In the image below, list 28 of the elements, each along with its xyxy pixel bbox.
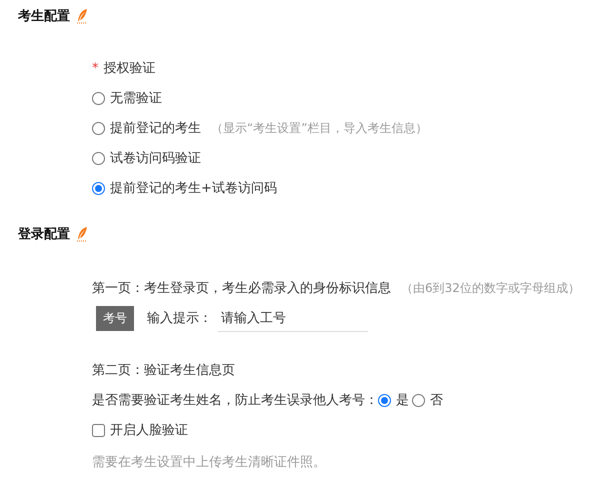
option-label: 提前登记的考生+试卷访问码 — [110, 180, 277, 197]
question-label: 是否需要验证考生姓名，防止考生误录他人考号： — [92, 392, 378, 409]
checkbox-label: 开启人脸验证 — [110, 422, 188, 439]
hint-text: 需要在考生设置中上传考生清晰证件照。 — [92, 454, 327, 472]
page-description: 第二页：验证考生信息页 — [92, 362, 236, 380]
checkbox[interactable] — [92, 424, 105, 436]
field-tag: 考号 — [96, 306, 134, 330]
required-mark: * — [92, 60, 98, 76]
page-description: 第一页：考生登录页，考生必需录入的身份标识信息 — [92, 280, 391, 297]
feather-icon — [76, 226, 88, 242]
section-title: 考生配置 — [18, 8, 70, 25]
radio-button[interactable] — [412, 394, 425, 406]
section-title: 登录配置 — [18, 226, 70, 243]
option-label: 无需验证 — [110, 90, 162, 107]
feather-icon — [76, 8, 88, 24]
field-label: 授权验证 — [104, 60, 156, 77]
radio-button[interactable] — [92, 122, 105, 134]
radio-button[interactable] — [378, 394, 391, 406]
option-label: 是 — [396, 392, 409, 409]
radio-button[interactable] — [92, 92, 105, 104]
page-note: （由6到32位的数字或字母组成） — [401, 280, 580, 296]
option-label: 试卷访问码验证 — [110, 150, 201, 167]
option-label: 提前登记的考生 — [110, 120, 201, 137]
input-label: 输入提示： — [147, 310, 212, 327]
radio-button[interactable] — [92, 182, 105, 194]
option-note: （显示“考生设置”栏目，导入考生信息） — [211, 120, 428, 136]
radio-button[interactable] — [92, 152, 105, 164]
option-label: 否 — [430, 392, 443, 409]
